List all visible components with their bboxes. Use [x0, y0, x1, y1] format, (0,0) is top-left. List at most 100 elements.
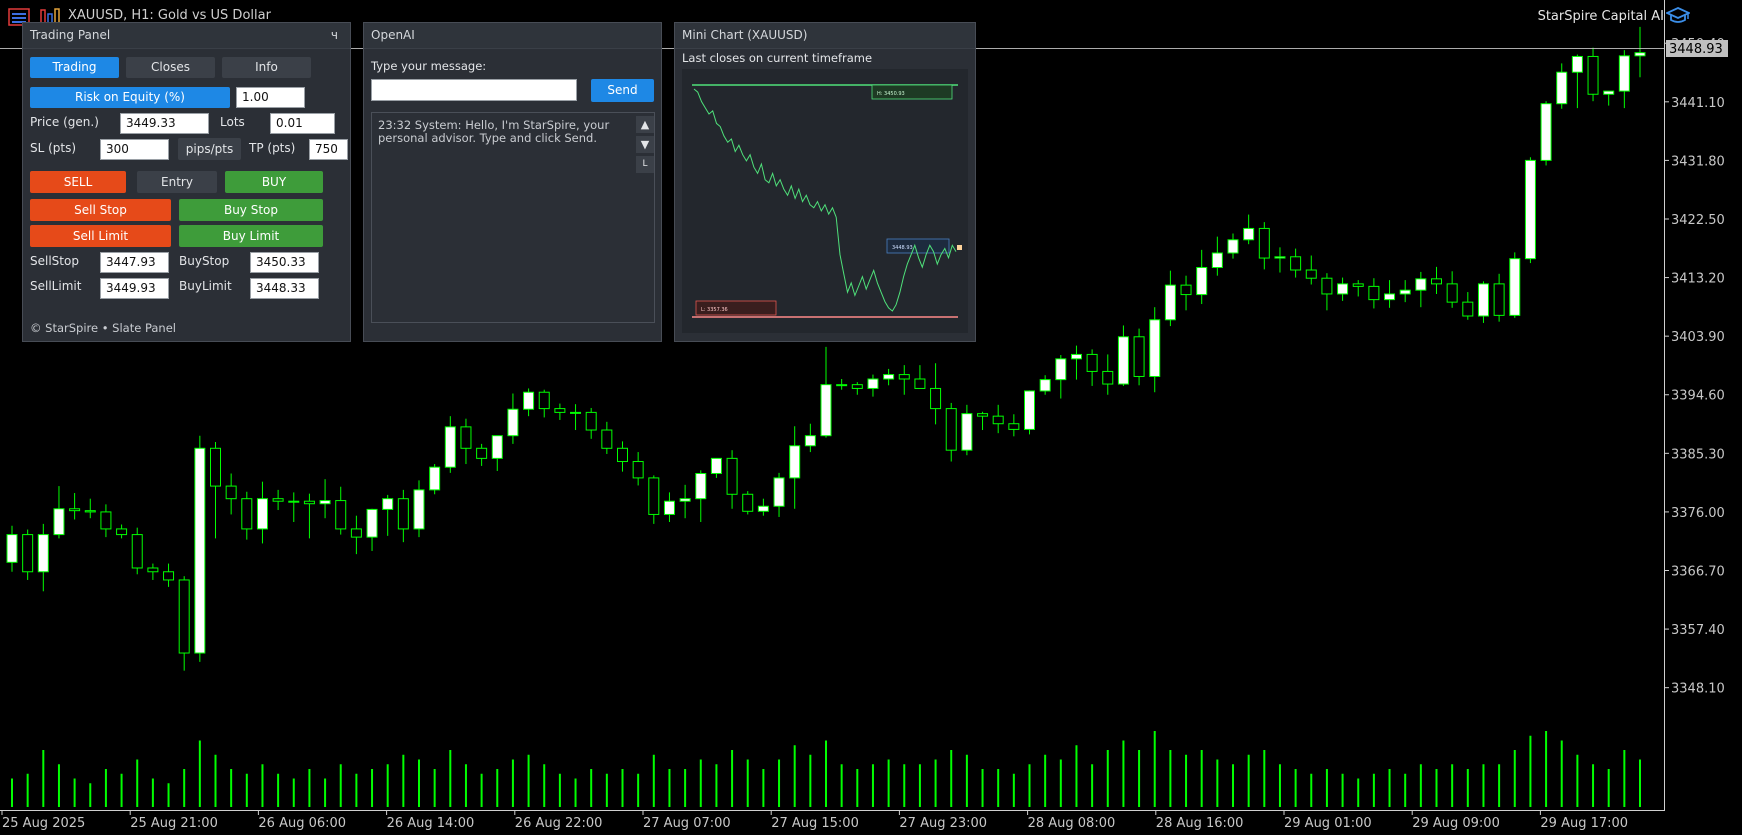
- candle-body: [366, 508, 378, 538]
- candle-body: [1462, 301, 1474, 317]
- time-tick-label: 26 Aug 14:00: [387, 816, 475, 831]
- price-tick-label: 3403.90: [1671, 330, 1725, 345]
- price-tick-label: 3366.70: [1671, 565, 1725, 580]
- candle-body: [554, 408, 566, 413]
- candle-body: [1415, 278, 1427, 291]
- send-button[interactable]: Send: [591, 79, 654, 102]
- candle-body: [601, 429, 613, 449]
- chat-message: 23:32 System: Hello, I'm StarSpire, your…: [378, 118, 610, 145]
- sell-button[interactable]: SELL: [30, 171, 126, 193]
- message-prompt-label: Type your message:: [371, 59, 487, 73]
- lots-input[interactable]: 0.01: [270, 113, 335, 134]
- sl-input[interactable]: 300: [100, 139, 169, 160]
- entry-button[interactable]: Entry: [137, 171, 217, 193]
- price-tick-label: 3348.10: [1671, 682, 1725, 697]
- price-tick-label: 3357.40: [1671, 623, 1725, 638]
- tp-input[interactable]: 750: [309, 139, 348, 160]
- candle-body: [1399, 289, 1411, 295]
- openai-panel-title: OpenAI: [371, 28, 415, 42]
- buy-button[interactable]: BUY: [225, 171, 323, 193]
- candle-body: [883, 374, 895, 380]
- openai-panel-header[interactable]: OpenAI: [364, 23, 661, 49]
- risk-input[interactable]: 1.00: [236, 87, 305, 108]
- candle-body: [1243, 227, 1255, 241]
- candle-body: [1493, 283, 1505, 316]
- buystop-input[interactable]: 3450.33: [250, 252, 319, 273]
- buylimit-input[interactable]: 3448.33: [250, 278, 319, 299]
- candle-body: [851, 384, 863, 389]
- candle-body: [1446, 283, 1458, 303]
- candle-body: [1070, 353, 1082, 360]
- selllimit-label: SellLimit: [30, 279, 82, 293]
- price-tick-label: 3431.80: [1671, 154, 1725, 169]
- sell-stop-button[interactable]: Sell Stop: [30, 199, 171, 221]
- time-axis: 25 Aug 2025 25 Aug 21:00 26 Aug 06:00 26 Au…: [1, 810, 1628, 831]
- candle-body: [100, 511, 112, 530]
- candle-body: [1540, 103, 1552, 161]
- tp-label: TP (pts): [249, 141, 296, 155]
- candle-body: [945, 408, 957, 451]
- time-tick-label: 28 Aug 16:00: [1156, 816, 1244, 831]
- scroll-up-button[interactable]: ▲: [636, 116, 654, 133]
- candle-body: [1149, 319, 1161, 377]
- window-title: XAUUSD, H1: Gold vs US Dollar: [68, 8, 271, 23]
- sell-limit-button[interactable]: Sell Limit: [30, 225, 171, 247]
- scroll-end-button[interactable]: L: [636, 156, 654, 173]
- candle-body: [1211, 252, 1223, 268]
- risk-mode-button[interactable]: Risk on Equity (%): [30, 87, 230, 108]
- buy-stop-button[interactable]: Buy Stop: [179, 199, 323, 221]
- candle-body: [429, 466, 441, 491]
- scroll-down-button[interactable]: ▼: [636, 136, 654, 153]
- sellstop-input[interactable]: 3447.93: [100, 252, 169, 273]
- candle-body: [632, 461, 644, 479]
- candle-body: [726, 457, 738, 495]
- candle-body: [288, 500, 300, 503]
- chat-log[interactable]: 23:32 System: Hello, I'm StarSpire, your…: [371, 112, 655, 323]
- mini-high-label: H: 3450.93: [877, 91, 905, 97]
- tab-trading[interactable]: Trading: [30, 57, 119, 78]
- minimize-button[interactable]: ч: [331, 23, 338, 48]
- time-tick-label: 29 Aug 01:00: [1284, 816, 1372, 831]
- mini-chart-header[interactable]: Mini Chart (XAUUSD): [675, 23, 975, 49]
- candle-body: [804, 435, 816, 447]
- message-input[interactable]: [371, 79, 577, 101]
- buy-limit-button[interactable]: Buy Limit: [179, 225, 323, 247]
- candle-body: [22, 534, 34, 573]
- candle-body: [444, 426, 456, 468]
- candle-body: [898, 374, 910, 380]
- buylimit-label: BuyLimit: [179, 279, 232, 293]
- sl-label: SL (pts): [30, 141, 77, 155]
- sellstop-label: SellStop: [30, 254, 79, 268]
- candle-body: [147, 567, 159, 573]
- candle-body: [617, 447, 628, 463]
- graduation-cap-icon: [1664, 6, 1692, 26]
- candle-body: [1133, 336, 1145, 377]
- selllimit-input[interactable]: 3449.93: [100, 278, 169, 299]
- tab-closes[interactable]: Closes: [126, 57, 215, 78]
- candle-body: [538, 391, 550, 410]
- pips-pts-toggle[interactable]: pips/pts: [178, 138, 241, 160]
- candle-body: [491, 435, 503, 459]
- candle-body: [507, 408, 519, 437]
- time-tick-label: 25 Aug 21:00: [130, 816, 218, 831]
- trading-panel-header[interactable]: Trading Panel ч: [23, 23, 350, 49]
- candle-body: [679, 498, 691, 502]
- candle-body: [1587, 55, 1599, 95]
- candle-body: [350, 528, 362, 538]
- candle-body: [131, 534, 143, 569]
- price-input[interactable]: 3449.33: [120, 113, 209, 134]
- candle-body: [84, 510, 96, 513]
- candle-body: [1102, 370, 1114, 385]
- candle-body: [163, 571, 175, 581]
- price-tick-label: 3422.50: [1671, 213, 1725, 228]
- candle-body: [1603, 90, 1615, 95]
- candle-body: [194, 447, 206, 654]
- tab-info[interactable]: Info: [222, 57, 311, 78]
- price-tick-label: 3376.00: [1671, 506, 1725, 521]
- candle-body: [1039, 379, 1051, 392]
- candle-body: [319, 500, 331, 505]
- mini-chart-canvas[interactable]: H: 3450.93 3448.93 L: 3357.36: [682, 69, 968, 333]
- current-price-tag: 3448.93: [1669, 42, 1723, 57]
- time-tick-label: 27 Aug 07:00: [643, 816, 731, 831]
- candle-body: [303, 500, 315, 505]
